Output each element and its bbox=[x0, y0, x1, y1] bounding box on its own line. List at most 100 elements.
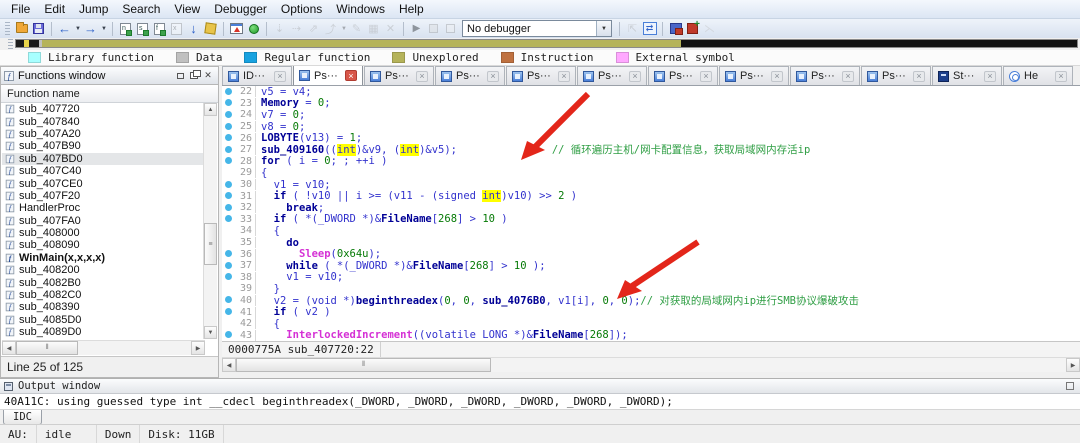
open-file-button[interactable] bbox=[13, 21, 30, 37]
function-list-item[interactable]: fsub_407CE0 bbox=[2, 177, 204, 189]
tab-close-button[interactable]: × bbox=[771, 71, 783, 82]
debugger-stop-button[interactable] bbox=[425, 21, 442, 37]
function-list-vertical-scrollbar[interactable]: ▲ ≡ ▼ bbox=[203, 103, 217, 339]
scroll-left-button[interactable]: ◀ bbox=[2, 341, 16, 355]
breakpoint-gutter[interactable] bbox=[222, 86, 234, 98]
breakpoint-dot-icon[interactable] bbox=[225, 296, 232, 303]
code-text[interactable]: { bbox=[256, 225, 280, 237]
tab-he[interactable]: He× bbox=[1003, 66, 1073, 85]
function-list-item[interactable]: fsub_408090 bbox=[2, 239, 204, 251]
tab-close-button[interactable]: × bbox=[487, 71, 499, 82]
tab-close-button[interactable]: × bbox=[700, 71, 712, 82]
close-button[interactable]: ✕ bbox=[201, 70, 215, 82]
function-name-column-header[interactable]: Function name bbox=[1, 85, 218, 103]
code-text[interactable]: do bbox=[256, 237, 299, 249]
function-list-item[interactable]: fsub_4085D0 bbox=[2, 314, 204, 326]
code-text[interactable]: v7 = 0; bbox=[256, 109, 305, 121]
idc-tab[interactable]: IDC bbox=[3, 410, 42, 425]
jump-to-segment-button[interactable]: s bbox=[134, 21, 151, 37]
function-list-item[interactable]: fsub_4082B0 bbox=[2, 276, 204, 288]
delete-breakpoint-button[interactable]: ⋋ bbox=[701, 21, 718, 37]
function-list-item[interactable]: fsub_407F20 bbox=[2, 190, 204, 202]
horizontal-scroll-thumb[interactable]: ⦀ bbox=[16, 341, 78, 355]
pseudocode-view[interactable]: 22v5 = v4;23Memory = 0;24v7 = 0;25v8 = 0… bbox=[222, 86, 1080, 341]
output-restore-icon[interactable] bbox=[1066, 382, 1074, 390]
navigation-band[interactable] bbox=[15, 39, 1078, 48]
breakpoint-gutter[interactable] bbox=[222, 271, 234, 283]
scroll-up-button[interactable]: ▲ bbox=[204, 103, 217, 116]
tab-close-button[interactable]: × bbox=[984, 71, 996, 82]
toggle-proximity-button[interactable]: ⇱ bbox=[624, 21, 641, 37]
code-text[interactable]: v1 = v10; bbox=[256, 179, 331, 191]
navigate-back-button[interactable]: ← bbox=[56, 21, 73, 37]
menu-help[interactable]: Help bbox=[392, 0, 431, 18]
pseudocode-horizontal-scrollbar[interactable]: ◀ ⦀ ▶ bbox=[222, 357, 1080, 372]
jump-to-function-button[interactable]: f bbox=[151, 21, 168, 37]
debugger-attach-button[interactable]: ✎ bbox=[348, 21, 365, 37]
debugger-dropdown[interactable]: ▼ bbox=[339, 21, 348, 37]
float-button[interactable] bbox=[187, 70, 201, 82]
debugger-pause-button[interactable] bbox=[442, 21, 459, 37]
menu-file[interactable]: File bbox=[4, 0, 37, 18]
debugger-start-button[interactable]: ▶ bbox=[408, 21, 425, 37]
menu-debugger[interactable]: Debugger bbox=[207, 0, 274, 18]
tab-ps[interactable]: Ps···× bbox=[719, 66, 789, 85]
code-text[interactable]: if ( !v10 || i >= (v11 - (signed int)v10… bbox=[256, 190, 577, 202]
functions-window-titlebar[interactable]: f Functions window ✕ bbox=[1, 67, 218, 85]
function-list-item[interactable]: fsub_4082C0 bbox=[2, 289, 204, 301]
breakpoint-gutter[interactable] bbox=[222, 213, 234, 225]
breakpoint-dot-icon[interactable] bbox=[225, 262, 232, 269]
breakpoint-dot-icon[interactable] bbox=[225, 181, 232, 188]
function-list-item[interactable]: fsub_408000 bbox=[2, 227, 204, 239]
breakpoint-gutter[interactable] bbox=[222, 132, 234, 144]
tab-close-button[interactable]: × bbox=[629, 71, 641, 82]
breakpoint-dot-icon[interactable] bbox=[225, 111, 232, 118]
navigate-forward-button[interactable]: → bbox=[82, 21, 99, 37]
tab-close-button[interactable]: × bbox=[1055, 71, 1067, 82]
function-list-item[interactable]: fsub_408200 bbox=[2, 264, 204, 276]
run-analysis-button[interactable] bbox=[245, 21, 262, 37]
tab-ps[interactable]: Ps···× bbox=[506, 66, 576, 85]
function-list-item[interactable]: fsub_4089D0 bbox=[2, 326, 204, 338]
tab-ps[interactable]: Ps···× bbox=[790, 66, 860, 85]
breakpoint-gutter[interactable] bbox=[222, 179, 234, 191]
debugger-modules-button[interactable]: ▦ bbox=[365, 21, 382, 37]
tab-ps[interactable]: Ps···× bbox=[435, 66, 505, 85]
output-window-titlebar[interactable]: Output window bbox=[0, 379, 1080, 394]
forward-history-dropdown[interactable]: ▼ bbox=[99, 21, 108, 37]
tab-close-button[interactable]: × bbox=[274, 71, 286, 82]
toggle-graph-view-button[interactable]: ⇄ bbox=[641, 21, 658, 37]
tab-ps[interactable]: Ps···× bbox=[577, 66, 647, 85]
debugger-step-into-button[interactable]: ⇣ bbox=[271, 21, 288, 37]
breakpoint-gutter[interactable] bbox=[222, 306, 234, 318]
tab-close-button[interactable]: × bbox=[558, 71, 570, 82]
breakpoint-gutter[interactable] bbox=[222, 109, 234, 121]
code-text[interactable]: if ( v2 ) bbox=[256, 306, 331, 318]
search-button[interactable] bbox=[202, 21, 219, 37]
snapshot-button[interactable] bbox=[228, 21, 245, 37]
breakpoint-gutter[interactable] bbox=[222, 329, 234, 341]
code-text[interactable]: v2 = (void *)beginthreadex(0, 0, sub_407… bbox=[256, 293, 859, 308]
function-list-item[interactable]: fsub_407720 bbox=[2, 103, 204, 115]
vertical-scroll-thumb[interactable]: ≡ bbox=[204, 223, 217, 265]
tab-close-button[interactable]: × bbox=[842, 71, 854, 82]
breakpoint-gutter[interactable] bbox=[222, 248, 234, 260]
tab-ps[interactable]: Ps···× bbox=[364, 66, 434, 85]
menu-jump[interactable]: Jump bbox=[72, 0, 115, 18]
breakpoint-gutter[interactable] bbox=[222, 155, 234, 167]
breakpoint-dot-icon[interactable] bbox=[225, 331, 232, 338]
breakpoint-dot-icon[interactable] bbox=[225, 146, 232, 153]
output-log-line[interactable]: 40A11C: using guessed type int __cdecl b… bbox=[0, 394, 1080, 409]
code-text[interactable]: v8 = 0; bbox=[256, 121, 305, 133]
debugger-step-over-button[interactable]: ⇢ bbox=[288, 21, 305, 37]
code-text[interactable]: { bbox=[256, 167, 267, 179]
function-list-item[interactable]: fWinMain(x,x,x,x) bbox=[2, 252, 204, 264]
menu-options[interactable]: Options bbox=[274, 0, 329, 18]
jump-xref-button[interactable]: x bbox=[168, 21, 185, 37]
menu-edit[interactable]: Edit bbox=[37, 0, 72, 18]
scroll-left-button[interactable]: ◀ bbox=[222, 358, 236, 372]
jump-to-name-button[interactable]: n bbox=[117, 21, 134, 37]
code-text[interactable]: InterlockedIncrement((volatile LONG *)&F… bbox=[256, 329, 628, 341]
code-text[interactable]: while ( *(_DWORD *)&FileName[268] > 10 )… bbox=[256, 260, 546, 272]
scroll-right-button[interactable]: ▶ bbox=[191, 341, 205, 355]
